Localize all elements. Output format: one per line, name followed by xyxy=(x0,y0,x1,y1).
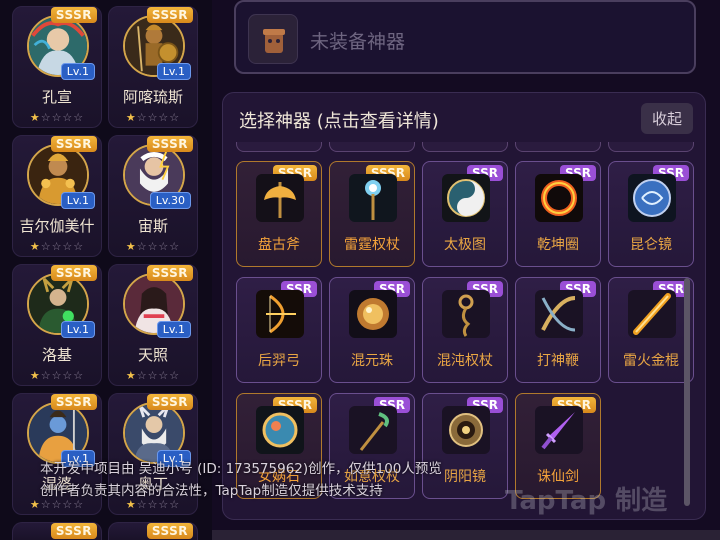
level-badge: Lv.1 xyxy=(60,321,95,338)
hero-card-achilles[interactable]: SSSR Lv.1 阿喀琉斯 ★☆☆☆☆ xyxy=(108,6,198,128)
bottom-bar xyxy=(212,530,720,540)
rarity-badge: SSSR xyxy=(146,7,193,23)
taiji-icon xyxy=(442,174,490,222)
artifact-card-dashen-whip[interactable]: SSR 打神鞭 xyxy=(515,277,601,383)
hero-card-gilgamesh[interactable]: SSSR Lv.1 吉尔伽美什 ★☆☆☆☆ xyxy=(12,135,102,257)
bow-icon xyxy=(256,290,304,338)
artifact-name: 雷霆权杖 xyxy=(344,237,400,253)
collapse-button[interactable]: 收起 xyxy=(640,103,693,134)
artifact-name: 盘古斧 xyxy=(258,237,300,253)
artifact-card-pangu-axe[interactable]: SSSR 盘古斧 xyxy=(236,161,322,267)
artifact-name: 打神鞭 xyxy=(537,353,579,369)
artifact-slot-icon xyxy=(248,14,298,64)
hero-name: 天照 xyxy=(137,346,168,364)
equip-slot-placeholder: 未装备神器 xyxy=(310,31,406,53)
taptap-watermark: TapTap 制造 xyxy=(505,486,668,516)
artifact-card-qiankun-ring[interactable]: SSR 乾坤圈 xyxy=(515,161,601,267)
artifact-card-partial xyxy=(329,142,415,152)
star-rating: ★☆☆☆☆ xyxy=(29,240,85,253)
thunder-scepter-icon xyxy=(349,174,397,222)
mirror-icon xyxy=(628,174,676,222)
rarity-badge: SSSR xyxy=(146,265,193,281)
ruyi-staff-icon xyxy=(349,406,397,454)
hero-name: 阿喀琉斯 xyxy=(122,88,183,106)
rarity-badge: SSSR xyxy=(146,136,193,152)
hero-name: 孔宣 xyxy=(41,88,72,106)
golden-staff-icon xyxy=(628,290,676,338)
artifact-name: 昆仑镜 xyxy=(630,237,672,253)
star-rating: ★☆☆☆☆ xyxy=(125,111,181,124)
hero-name: 吉尔伽美什 xyxy=(19,217,95,235)
hero-name: 宙斯 xyxy=(137,217,168,235)
whip-icon xyxy=(535,290,583,338)
axe-icon xyxy=(256,174,304,222)
rarity-badge: SSSR xyxy=(146,394,193,410)
rarity-badge: SSSR xyxy=(50,265,97,281)
artifact-name: 混元珠 xyxy=(351,353,393,369)
artifact-card-chaos-staff[interactable]: SSR 混沌权杖 xyxy=(422,277,508,383)
level-badge: Lv.1 xyxy=(156,63,191,80)
artifact-name: 太极图 xyxy=(444,237,486,253)
star-rating: ★☆☆☆☆ xyxy=(125,240,181,253)
yinyang-mirror-icon xyxy=(442,406,490,454)
artifact-card-partial xyxy=(608,142,694,152)
hero-card-partial[interactable]: SSSR xyxy=(12,522,102,540)
level-badge: Lv.1 xyxy=(156,321,191,338)
artifact-card-kunlun-mirror[interactable]: SSR 昆仑镜 xyxy=(608,161,694,267)
hero-name: 洛基 xyxy=(41,346,72,364)
orb-icon xyxy=(349,290,397,338)
star-rating: ★☆☆☆☆ xyxy=(125,369,181,382)
artifact-name: 后羿弓 xyxy=(258,353,300,369)
artifact-card-thunder-scepter[interactable]: SSSR 雷霆权杖 xyxy=(329,161,415,267)
hero-card-kongxuan[interactable]: SSSR Lv.1 孔宣 ★☆☆☆☆ xyxy=(12,6,102,128)
star-rating: ★☆☆☆☆ xyxy=(29,369,85,382)
artifact-name: 乾坤圈 xyxy=(537,237,579,253)
artifact-card-houyi-bow[interactable]: SSR 后羿弓 xyxy=(236,277,322,383)
notice-line-2: 创作者负责其内容的合法性，TapTap制造仅提供技术支持 xyxy=(40,483,383,499)
hero-card-loki[interactable]: SSSR Lv.1 洛基 ★☆☆☆☆ xyxy=(12,264,102,386)
sword-icon xyxy=(535,406,583,454)
artifact-name: 雷火金棍 xyxy=(623,353,679,369)
rarity-badge: SSSR xyxy=(50,136,97,152)
picker-title: 选择神器 (点击查看详情) xyxy=(239,111,439,132)
level-badge: Lv.30 xyxy=(149,192,191,209)
notice-line-1: 本开发中项目由 吴迪小号 (ID: 173575962)创作，仅供100人预览 xyxy=(40,461,442,477)
artifact-card-partial xyxy=(422,142,508,152)
artifact-card-partial xyxy=(236,142,322,152)
equipped-artifact-slot[interactable]: 未装备神器 xyxy=(234,0,696,74)
artifact-name: 混沌权杖 xyxy=(437,353,493,369)
rarity-badge: SSSR xyxy=(50,523,97,539)
rarity-badge: SSSR xyxy=(50,7,97,23)
artifact-card-leihuo-staff[interactable]: SSR 雷火金棍 xyxy=(608,277,694,383)
preview-notice: 本开发中项目由 吴迪小号 (ID: 173575962)创作，仅供100人预览 … xyxy=(40,458,520,502)
fire-ring-icon xyxy=(535,174,583,222)
picker-scrollbar[interactable] xyxy=(684,278,690,506)
star-rating: ★☆☆☆☆ xyxy=(29,111,85,124)
hero-card-amaterasu[interactable]: SSSR Lv.1 天照 ★☆☆☆☆ xyxy=(108,264,198,386)
level-badge: Lv.1 xyxy=(60,192,95,209)
hero-card-zeus[interactable]: SSSR Lv.30 宙斯 ★☆☆☆☆ xyxy=(108,135,198,257)
artifact-picker-panel: 选择神器 (点击查看详情) 收起 SSSR 盘古斧 SSSR 雷霆权杖 SSR … xyxy=(222,92,706,520)
rarity-badge: SSSR xyxy=(146,523,193,539)
level-badge: Lv.1 xyxy=(60,63,95,80)
hero-card-partial[interactable]: SSSR xyxy=(108,522,198,540)
artifact-card-taiji[interactable]: SSR 太极图 xyxy=(422,161,508,267)
stone-icon xyxy=(256,406,304,454)
artifact-card-partial xyxy=(515,142,601,152)
artifact-card-hunyuan-orb[interactable]: SSR 混元珠 xyxy=(329,277,415,383)
chaos-staff-icon xyxy=(442,290,490,338)
rarity-badge: SSSR xyxy=(50,394,97,410)
